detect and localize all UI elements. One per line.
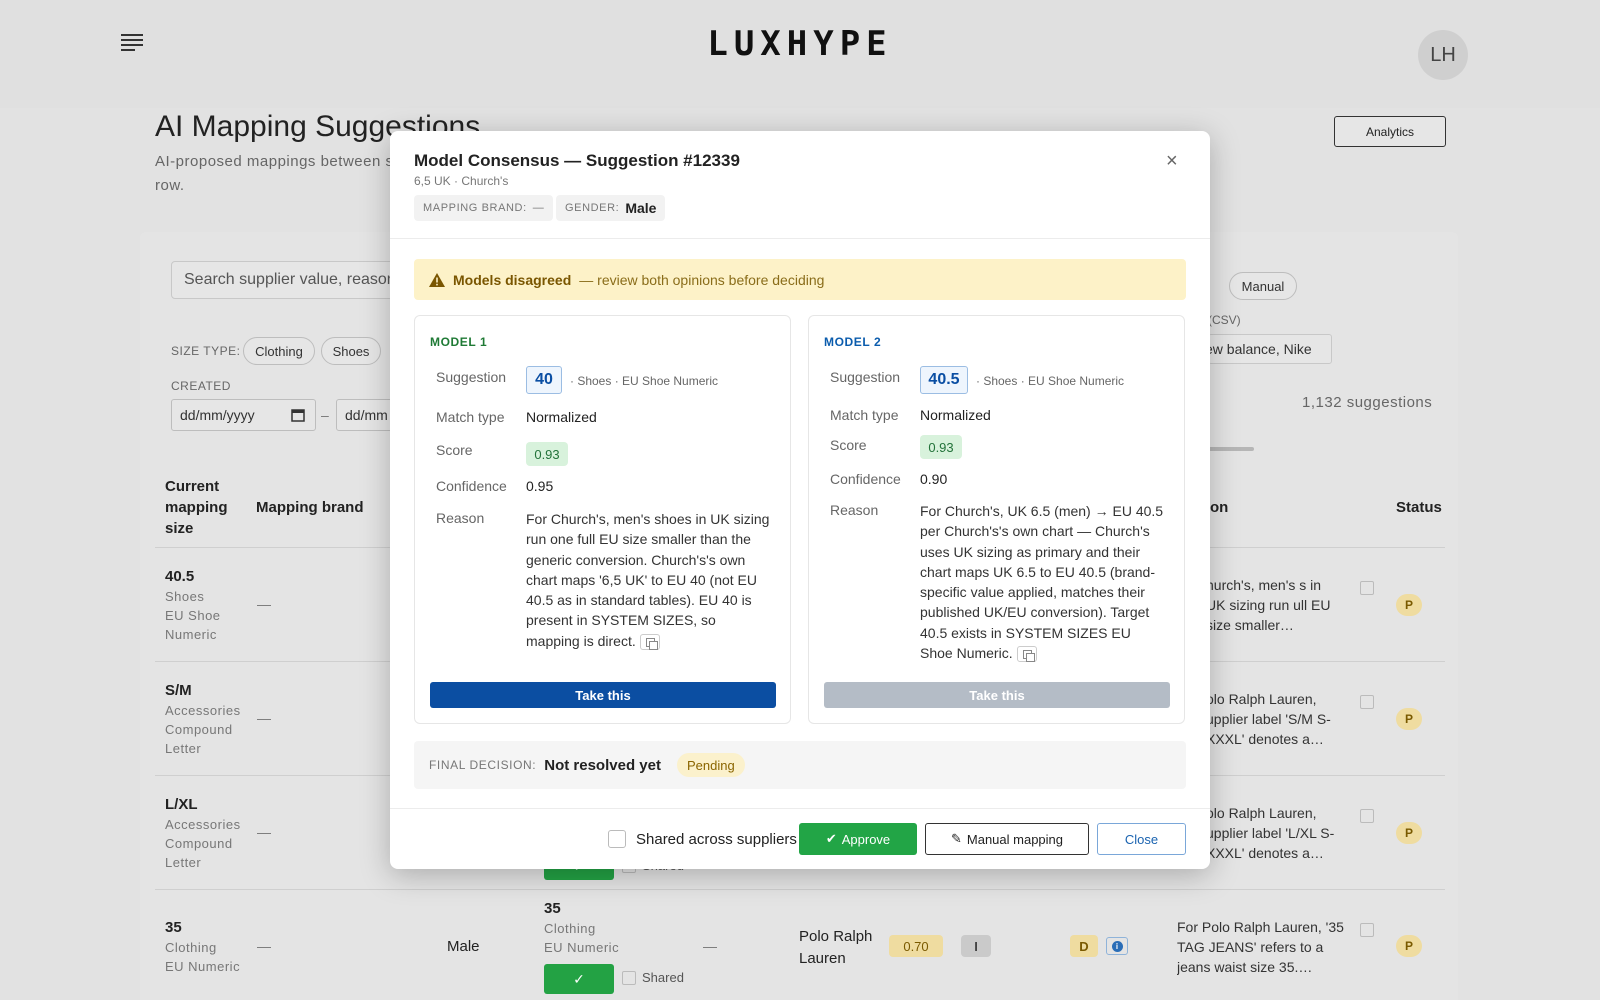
model-2-reason: For Church's, UK 6.5 (men) → EU 40.5 per… — [920, 503, 1164, 663]
close-icon[interactable]: × — [1166, 150, 1178, 173]
pending-badge: Pending — [676, 753, 745, 777]
suggestion-label: Suggestion — [436, 369, 507, 385]
shared-across-suppliers-checkbox[interactable]: Shared across suppliers — [608, 830, 797, 848]
model-2-score: 0.93 — [920, 435, 962, 459]
model-1-label: MODEL 1 — [430, 335, 488, 349]
modal-subtitle: 6,5 UK · Church's — [414, 174, 509, 188]
model-consensus-modal: Model Consensus — Suggestion #12339 6,5 … — [390, 131, 1210, 869]
model-1-confidence: 0.95 — [526, 478, 554, 494]
model-2-card: MODEL 2 Suggestion 40.5 · Shoes · EU Sho… — [808, 315, 1185, 724]
approve-button[interactable]: ✔ Approve — [799, 823, 917, 855]
match-type-label: Match type — [436, 409, 505, 425]
model-2-take-button[interactable]: Take this — [824, 682, 1170, 708]
model-2-suggestion-meta: · Shoes · EU Shoe Numeric — [976, 374, 1125, 388]
score-label: Score — [830, 437, 867, 453]
pencil-icon: ✎ — [950, 831, 962, 846]
model-2-suggestion: 40.5 — [920, 366, 968, 394]
check-icon: ✔ — [825, 831, 837, 846]
model-2-label: MODEL 2 — [824, 335, 882, 349]
meta-mapping-brand: MAPPING BRAND: — — [414, 195, 554, 221]
model-1-suggestion-meta: · Shoes · EU Shoe Numeric — [570, 374, 719, 388]
disagreement-warning: Models disagreed — review both opinions … — [414, 259, 1186, 300]
copy-icon[interactable] — [1016, 646, 1037, 663]
reason-label: Reason — [436, 510, 485, 526]
model-1-score: 0.93 — [526, 442, 568, 466]
match-type-label: Match type — [830, 407, 899, 423]
model-2-match-type: Normalized — [920, 407, 991, 423]
model-2-confidence: 0.90 — [920, 471, 948, 487]
copy-icon[interactable] — [639, 634, 660, 651]
model-1-suggestion: 40 — [526, 366, 562, 394]
suggestion-label: Suggestion — [830, 369, 901, 385]
model-1-match-type: Normalized — [526, 409, 597, 425]
confidence-label: Confidence — [830, 471, 901, 487]
warning-icon — [429, 272, 445, 287]
final-decision: FINAL DECISION: Not resolved yet Pending — [414, 741, 1186, 789]
divider — [390, 808, 1210, 809]
manual-mapping-button[interactable]: ✎ Manual mapping — [925, 823, 1089, 855]
confidence-label: Confidence — [436, 478, 507, 494]
model-1-card: MODEL 1 Suggestion 40 · Shoes · EU Shoe … — [414, 315, 791, 724]
model-1-reason: For Church's, men's shoes in UK sizing r… — [526, 511, 770, 651]
close-button[interactable]: Close — [1097, 823, 1186, 855]
final-decision-value: Not resolved yet — [544, 756, 661, 774]
score-label: Score — [436, 442, 473, 458]
reason-label: Reason — [830, 502, 879, 518]
model-1-take-button[interactable]: Take this — [430, 682, 776, 708]
modal-title: Model Consensus — Suggestion #12339 — [414, 151, 740, 170]
divider — [390, 238, 1210, 239]
checkbox[interactable] — [608, 830, 626, 848]
meta-gender: GENDER: Male — [556, 195, 666, 221]
